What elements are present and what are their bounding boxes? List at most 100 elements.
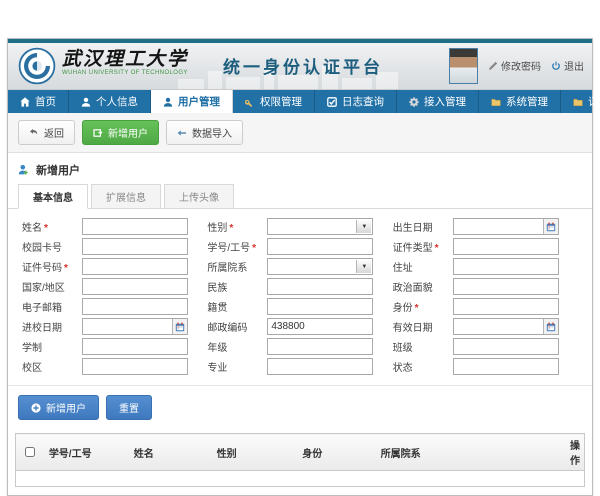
logout-label: 退出 (564, 58, 584, 73)
user-icon (163, 97, 173, 107)
nav-tab-access-mgmt[interactable]: 接入管理 (397, 90, 479, 113)
tab-upload-avatar[interactable]: 上传头像 (164, 184, 234, 209)
field-major: 专业 (207, 358, 392, 375)
status-label: 状态 (393, 359, 453, 374)
name-input[interactable] (82, 218, 188, 235)
add-user-button[interactable]: 新增用户 (82, 120, 159, 145)
section-title: 新增用户 (36, 162, 80, 178)
identity-ctrl (453, 298, 559, 315)
field-address: 住址 (393, 258, 578, 275)
email-input[interactable] (82, 298, 188, 315)
calendar-icon[interactable] (543, 219, 558, 234)
campus-ctrl (82, 358, 188, 375)
tab-extended-info[interactable]: 扩展信息 (91, 184, 161, 209)
political-status-input[interactable] (453, 278, 559, 295)
required-asterisk: * (64, 263, 68, 274)
nav-tab-permission-mgmt[interactable]: 权限管理 (233, 90, 315, 113)
required-asterisk: * (44, 223, 48, 234)
major-input[interactable] (267, 358, 373, 375)
field-gender: 性别* ▼ (207, 218, 392, 235)
field-native-place: 籍贯 (207, 298, 392, 315)
calendar-icon[interactable] (543, 319, 558, 334)
status-input[interactable] (453, 358, 559, 375)
back-button[interactable]: 返回 (18, 120, 75, 145)
identity-label: 身份* (393, 299, 453, 314)
field-identity: 身份* (393, 298, 578, 315)
back-arrow-icon (29, 128, 39, 138)
gender-label: 性别* (207, 219, 267, 234)
student-id-input[interactable] (267, 238, 373, 255)
plus-circle-icon (31, 403, 41, 413)
field-postal-code: 邮政编码 (207, 318, 392, 335)
enroll-date-ctrl (82, 318, 188, 335)
grade-input[interactable] (267, 338, 373, 355)
student-id-ctrl (267, 238, 373, 255)
class-ctrl (453, 338, 559, 355)
empty-row-cell (16, 471, 585, 487)
field-id-type: 证件类型* (393, 238, 578, 255)
nav-tab-label: 系统管理 (506, 94, 548, 109)
nav-tab-system-mgmt[interactable]: 系统管理 (479, 90, 561, 113)
nav-tab-profile[interactable]: 个人信息 (69, 90, 151, 113)
ethnicity-ctrl (267, 278, 373, 295)
political-status-ctrl (453, 278, 559, 295)
gender-select[interactable]: ▼ (267, 218, 373, 235)
change-password-link[interactable]: 修改密码 (488, 58, 541, 73)
schooling-length-ctrl (82, 338, 188, 355)
campus-card-no-input[interactable] (82, 238, 188, 255)
identity-input[interactable] (453, 298, 559, 315)
section-header: 新增用户 (8, 153, 592, 184)
data-import-button[interactable]: 数据导入 (166, 120, 243, 145)
nav-tab-user-mgmt[interactable]: 用户管理 (151, 90, 233, 113)
chevron-down-icon[interactable]: ▼ (356, 220, 371, 233)
postal-code-input[interactable] (267, 318, 373, 335)
university-name: 武汉理工大学 (62, 49, 188, 69)
toolbar: 返回 新增用户 数据导入 (8, 113, 592, 153)
postal-code-label: 邮政编码 (207, 319, 267, 334)
country-region-ctrl (82, 278, 188, 295)
id-number-input[interactable] (82, 258, 188, 275)
back-label: 返回 (44, 125, 64, 140)
schooling-length-input[interactable] (82, 338, 188, 355)
data-import-label: 数据导入 (192, 125, 232, 140)
nav-tab-log-query[interactable]: 日志查询 (315, 90, 397, 113)
field-department: 所属院系▼ (207, 258, 392, 275)
grade-label: 年级 (207, 339, 267, 354)
field-grade: 年级 (207, 338, 392, 355)
power-icon (551, 61, 561, 71)
field-enroll-date: 进校日期 (22, 318, 207, 335)
department-select[interactable]: ▼ (267, 258, 373, 275)
field-valid-date: 有效日期 (393, 318, 578, 335)
enroll-date-label: 进校日期 (22, 319, 82, 334)
select-all-checkbox[interactable] (25, 447, 35, 457)
main-nav: 首页个人信息用户管理权限管理日志查询接入管理系统管理订阅管理 (8, 90, 592, 113)
required-asterisk: * (229, 223, 233, 234)
user-avatar (449, 48, 478, 84)
folder-icon (491, 97, 501, 107)
ethnicity-input[interactable] (267, 278, 373, 295)
address-input[interactable] (453, 258, 559, 275)
address-ctrl (453, 258, 559, 275)
field-campus-card-no: 校园卡号 (22, 238, 207, 255)
chevron-down-icon[interactable]: ▼ (356, 260, 371, 273)
id-type-input[interactable] (453, 238, 559, 255)
tab-basic-info[interactable]: 基本信息 (18, 184, 88, 209)
nav-tab-label: 首页 (35, 94, 56, 109)
change-password-label: 修改密码 (501, 58, 541, 73)
field-schooling-length: 学制 (22, 338, 207, 355)
reset-button[interactable]: 重置 (106, 395, 152, 420)
country-region-input[interactable] (82, 278, 188, 295)
logout-link[interactable]: 退出 (551, 58, 584, 73)
country-region-label: 国家/地区 (22, 279, 82, 294)
class-input[interactable] (453, 338, 559, 355)
address-label: 住址 (393, 259, 453, 274)
field-campus: 校区 (22, 358, 207, 375)
calendar-icon[interactable] (172, 319, 187, 334)
nav-tab-subscription-mgmt[interactable]: 订阅管理 (561, 90, 600, 113)
campus-input[interactable] (82, 358, 188, 375)
submit-add-user-button[interactable]: 新增用户 (18, 395, 99, 420)
native-place-input[interactable] (267, 298, 373, 315)
nav-tab-home[interactable]: 首页 (8, 90, 69, 113)
reset-label: 重置 (119, 400, 139, 415)
form-tabs: 基本信息扩展信息上传头像 (8, 184, 592, 209)
